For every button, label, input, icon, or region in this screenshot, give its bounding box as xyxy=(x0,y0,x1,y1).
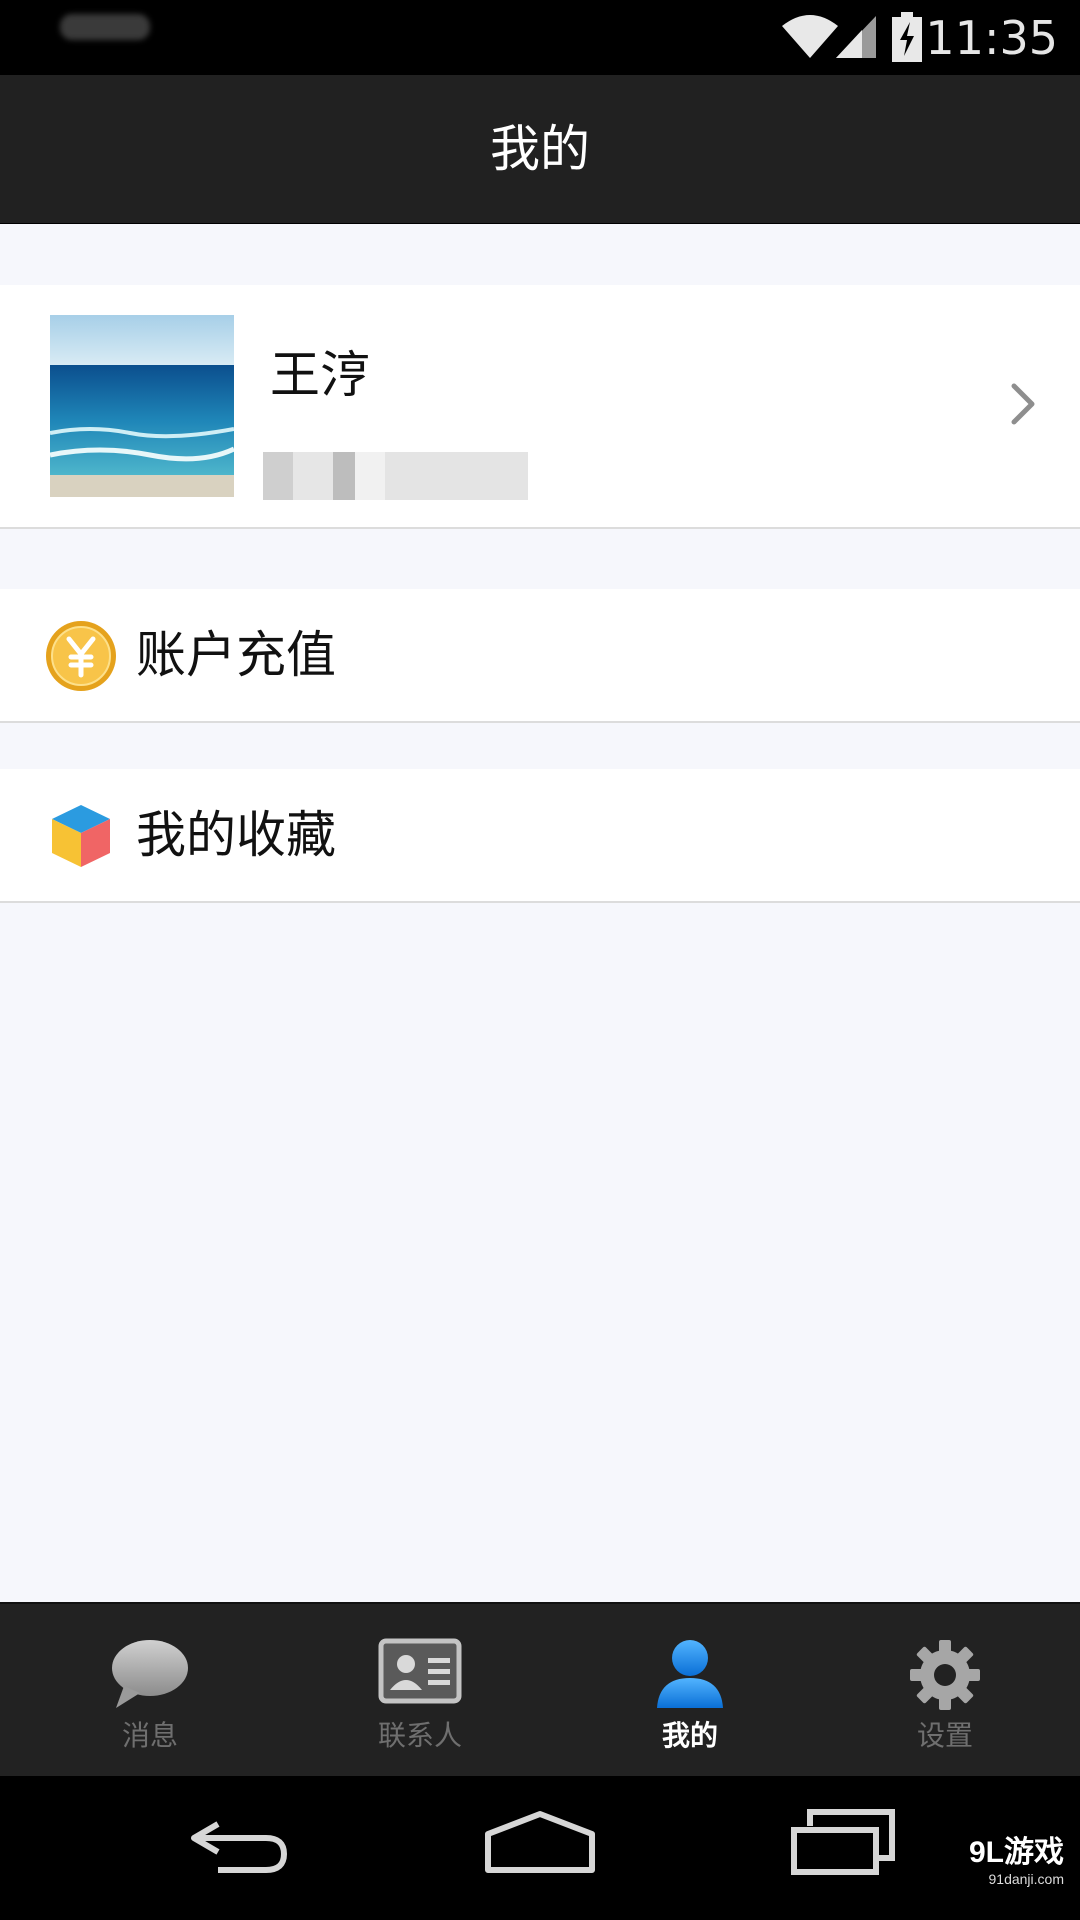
status-bar: 11:35 xyxy=(0,0,1080,75)
ocean-avatar-image xyxy=(50,315,234,497)
system-nav-bar: 9L游戏 91danji.com xyxy=(0,1776,1080,1920)
menu-item-label: 我的收藏 xyxy=(136,806,336,864)
profile-row[interactable]: 王涥 xyxy=(0,285,1080,529)
watermark-url: 91danji.com xyxy=(988,1871,1065,1887)
tab-messages[interactable]: 消息 xyxy=(15,1604,285,1778)
avatar[interactable] xyxy=(50,315,234,497)
cube-icon xyxy=(52,805,110,867)
back-icon[interactable] xyxy=(188,1816,292,1876)
contact-card-icon xyxy=(378,1638,462,1704)
wifi-icon xyxy=(782,15,838,58)
tab-label: 设置 xyxy=(916,1719,973,1752)
tab-settings[interactable]: 设置 xyxy=(810,1604,1080,1778)
tab-me[interactable]: 我的 xyxy=(555,1604,825,1778)
watermark-logo: 9L游戏 xyxy=(968,1836,1064,1869)
person-icon xyxy=(657,1640,723,1708)
watermark: 9L游戏 91danji.com xyxy=(969,1836,1064,1888)
tab-label: 我的 xyxy=(661,1719,718,1752)
signal-icon xyxy=(836,16,876,58)
status-time: 11:35 xyxy=(925,11,1058,65)
profile-id-redacted xyxy=(263,452,528,500)
recents-icon[interactable] xyxy=(788,1808,898,1876)
page-title: 我的 xyxy=(490,120,590,178)
chevron-right-icon[interactable] xyxy=(1008,380,1040,428)
notification-icon-blurred xyxy=(60,14,150,40)
bottom-tab-bar: 消息 联系人 我的 设置 xyxy=(0,1602,1080,1778)
menu-item-favorites[interactable]: 我的收藏 xyxy=(0,769,1080,903)
menu-item-label: 账户充值 xyxy=(136,626,336,684)
profile-name: 王涥 xyxy=(270,346,370,404)
title-bar: 我的 xyxy=(0,75,1080,224)
home-icon[interactable] xyxy=(484,1810,596,1874)
tab-label: 消息 xyxy=(121,1719,178,1752)
tab-contacts[interactable]: 联系人 xyxy=(285,1604,555,1778)
yuan-coin-icon xyxy=(46,621,116,691)
menu-item-recharge[interactable]: 账户充值 xyxy=(0,589,1080,723)
battery-charging-icon xyxy=(892,12,922,62)
gear-icon xyxy=(910,1640,980,1710)
tab-label: 联系人 xyxy=(377,1719,462,1752)
chat-bubble-icon xyxy=(112,1640,188,1708)
